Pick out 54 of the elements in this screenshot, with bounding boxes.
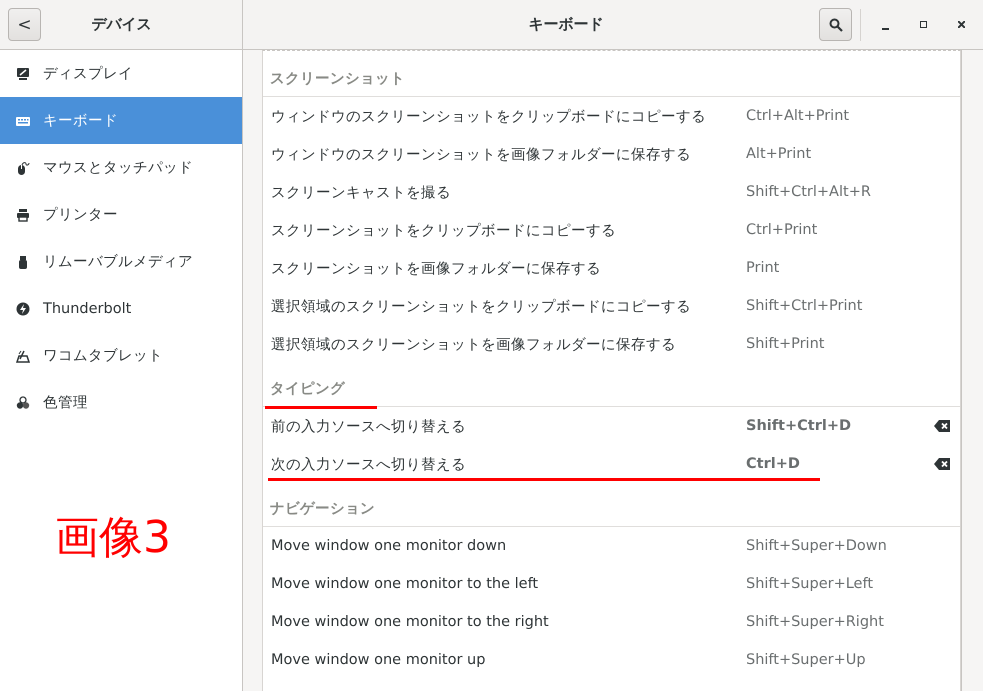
action-label: 選択領域のスクリーンショットをクリップボードにコピーする bbox=[271, 298, 692, 316]
mouse-icon bbox=[16, 160, 30, 174]
shortcut-text: Ctrl+Print bbox=[746, 222, 818, 238]
shortcut-text: Print bbox=[746, 260, 780, 276]
sidebar-item[interactable]: プリンター bbox=[0, 191, 242, 238]
action-label: Move window one monitor down bbox=[271, 538, 508, 554]
shortcut-text: Alt+Print bbox=[746, 146, 812, 162]
printer-icon bbox=[16, 208, 30, 222]
shortcut-text: Ctrl+D bbox=[746, 456, 801, 472]
sidebar-item[interactable]: ワコムタブレット bbox=[0, 332, 242, 379]
search-button[interactable] bbox=[819, 8, 852, 41]
section-title: タイピング bbox=[270, 380, 345, 398]
shortcut-text: Shift+Super+Up bbox=[746, 652, 867, 668]
sidebar-item[interactable]: 色管理 bbox=[0, 379, 242, 426]
back-button[interactable]: < bbox=[8, 8, 41, 41]
action-label: Move window one monitor up bbox=[271, 652, 486, 668]
minimize-icon bbox=[882, 28, 888, 30]
monitor-icon bbox=[16, 66, 30, 80]
sidebar-item[interactable]: マウスとタッチパッド bbox=[0, 144, 242, 191]
drawing-tablet-icon bbox=[16, 348, 30, 362]
search-icon bbox=[828, 18, 842, 32]
section-title: スクリーンショット bbox=[270, 70, 405, 88]
action-label: Move window one monitor to the left bbox=[271, 576, 540, 592]
lightning-icon bbox=[16, 302, 30, 316]
shortcut-text: Shift+Ctrl+D bbox=[746, 418, 852, 434]
shortcut-text: Ctrl+Alt+Print bbox=[746, 108, 850, 124]
annotation-text: 画像3 bbox=[55, 516, 172, 560]
color-circles-icon bbox=[16, 396, 30, 410]
shortcut-text: Shift+Super+Down bbox=[746, 538, 888, 554]
shortcut-text: Shift+Ctrl+Print bbox=[746, 298, 864, 314]
action-label: 選択領域のスクリーンショットを画像フォルダーに保存する bbox=[271, 336, 677, 354]
action-label: スクリーンショットを画像フォルダーに保存する bbox=[271, 260, 602, 278]
shortcut-text: Shift+Super+Left bbox=[746, 576, 874, 592]
backspace-icon[interactable] bbox=[934, 420, 950, 432]
section-title: ナビゲーション bbox=[270, 500, 375, 518]
sidebar-item[interactable]: Thunderbolt bbox=[0, 285, 242, 332]
shortcut-text: Shift+Super+Right bbox=[746, 614, 885, 630]
shortcut-text: Shift+Print bbox=[746, 336, 826, 352]
action-label: ウィンドウのスクリーンショットを画像フォルダーに保存する bbox=[271, 146, 692, 164]
sidebar-title: デバイス bbox=[90, 15, 152, 34]
close-icon bbox=[958, 21, 964, 28]
sidebar-item[interactable]: ディスプレイ bbox=[0, 50, 242, 97]
action-label: スクリーンキャストを撮る bbox=[271, 184, 452, 202]
action-label: 前の入力ソースへ切り替える bbox=[271, 418, 467, 436]
action-label: ウィンドウのスクリーンショットをクリップボードにコピーする bbox=[271, 108, 707, 126]
shortcut-text: Shift+Ctrl+Alt+R bbox=[746, 184, 872, 200]
maximize-icon bbox=[920, 21, 926, 28]
backspace-icon[interactable] bbox=[934, 458, 950, 470]
usb-drive-icon bbox=[16, 254, 30, 268]
sidebar-item[interactable]: リムーバブルメディア bbox=[0, 238, 242, 285]
action-label: スクリーンショットをクリップボードにコピーする bbox=[271, 222, 617, 240]
window-title: キーボード bbox=[528, 15, 604, 34]
action-label: Move window one monitor to the right bbox=[271, 614, 550, 630]
action-label: 次の入力ソースへ切り替える bbox=[271, 456, 467, 474]
